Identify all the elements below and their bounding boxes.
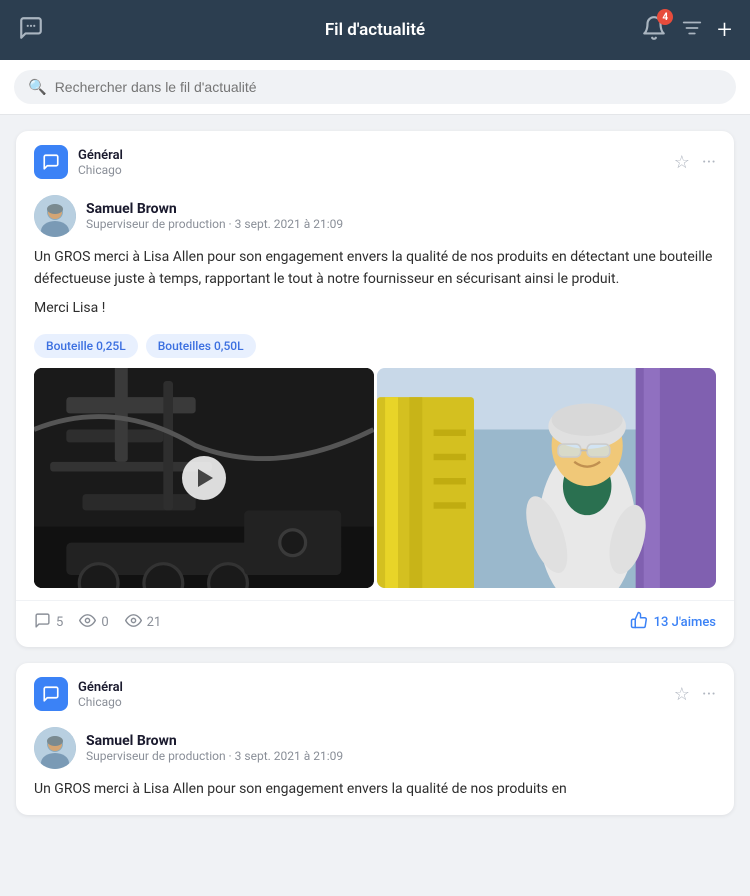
comment-icon [34, 612, 51, 633]
views-stat-1[interactable]: 0 [79, 612, 108, 633]
avatar-img-1 [34, 195, 76, 237]
post-actions-1: ☆ ··· [674, 152, 716, 173]
post-body-1: Un GROS merci à Lisa Allen pour son enga… [16, 247, 734, 328]
tag-1[interactable]: Bouteilles 0,50L [146, 334, 256, 358]
eye-icon-2 [125, 612, 142, 633]
channel-sub-2: Chicago [78, 695, 123, 709]
likes-count: 13 J'aimes [654, 615, 716, 630]
post-card-2: Général Chicago ☆ ··· [16, 663, 734, 815]
search-bar: 🔍 [14, 70, 736, 104]
post-thanks-1: Merci Lisa ! [34, 300, 716, 316]
channel-info-1: Général Chicago [78, 148, 123, 177]
post-text-2: Un GROS merci à Lisa Allen pour son enga… [16, 779, 734, 801]
feed-content: Général Chicago ☆ ··· [0, 115, 750, 831]
channel-name-2: Général [78, 680, 123, 695]
channel-name-1: Général [78, 148, 123, 163]
header: Fil d'actualité 4 + [0, 0, 750, 60]
post-stats-1: 5 0 [16, 600, 734, 647]
notification-bell[interactable]: 4 [641, 15, 667, 45]
filter-icon[interactable] [681, 17, 703, 44]
search-bar-wrap: 🔍 [0, 60, 750, 115]
play-triangle-icon [198, 469, 213, 487]
avatar-1 [34, 195, 76, 237]
post-text-1: Un GROS merci à Lisa Allen pour son enga… [34, 247, 716, 290]
channel-sub-1: Chicago [78, 163, 123, 177]
author-info-2: Samuel Brown Superviseur de production ·… [86, 733, 343, 763]
page-title: Fil d'actualité [325, 20, 425, 40]
media-image-1[interactable] [377, 368, 717, 588]
author-name-1: Samuel Brown [86, 201, 343, 217]
post-author-2: Samuel Brown Superviseur de production ·… [16, 721, 734, 779]
more-button-1[interactable]: ··· [702, 152, 716, 173]
post-media-1 [16, 368, 734, 600]
header-left [18, 15, 44, 46]
notification-badge: 4 [657, 9, 673, 25]
avatar-2 [34, 727, 76, 769]
post-author-1: Samuel Brown Superviseur de production ·… [16, 189, 734, 247]
star-button-1[interactable]: ☆ [674, 152, 690, 173]
comments-count: 5 [56, 615, 63, 630]
post-card-1: Général Chicago ☆ ··· [16, 131, 734, 647]
add-icon[interactable]: + [717, 17, 732, 43]
tag-0[interactable]: Bouteille 0,25L [34, 334, 138, 358]
views-count-2: 21 [147, 615, 162, 630]
eye-icon-1 [79, 612, 96, 633]
media-video-1[interactable] [34, 368, 374, 588]
header-right: 4 + [641, 15, 732, 45]
views-count-1: 0 [101, 615, 108, 630]
thumb-icon [630, 611, 648, 633]
play-button[interactable] [182, 456, 226, 500]
tags-1: Bouteille 0,25L Bouteilles 0,50L [16, 328, 734, 368]
more-button-2[interactable]: ··· [702, 684, 716, 705]
author-meta-2: Superviseur de production · 3 sept. 2021… [86, 749, 343, 763]
star-button-2[interactable]: ☆ [674, 684, 690, 705]
views-stat-2[interactable]: 21 [125, 612, 162, 633]
author-meta-1: Superviseur de production · 3 sept. 2021… [86, 217, 343, 231]
post-channel-2: Général Chicago [34, 677, 123, 711]
channel-icon-1 [34, 145, 68, 179]
post-header-1: Général Chicago ☆ ··· [16, 131, 734, 189]
chat-icon[interactable] [18, 15, 44, 46]
channel-info-2: Général Chicago [78, 680, 123, 709]
avatar-img-2 [34, 727, 76, 769]
search-input[interactable] [55, 79, 722, 95]
author-name-2: Samuel Brown [86, 733, 343, 749]
author-info-1: Samuel Brown Superviseur de production ·… [86, 201, 343, 231]
post-header-2: Général Chicago ☆ ··· [16, 663, 734, 721]
comments-stat[interactable]: 5 [34, 612, 63, 633]
post-actions-2: ☆ ··· [674, 684, 716, 705]
likes-button[interactable]: 13 J'aimes [630, 611, 716, 633]
channel-icon-2 [34, 677, 68, 711]
stats-left-1: 5 0 [34, 612, 161, 633]
post-channel-1: Général Chicago [34, 145, 123, 179]
search-icon: 🔍 [28, 78, 47, 96]
